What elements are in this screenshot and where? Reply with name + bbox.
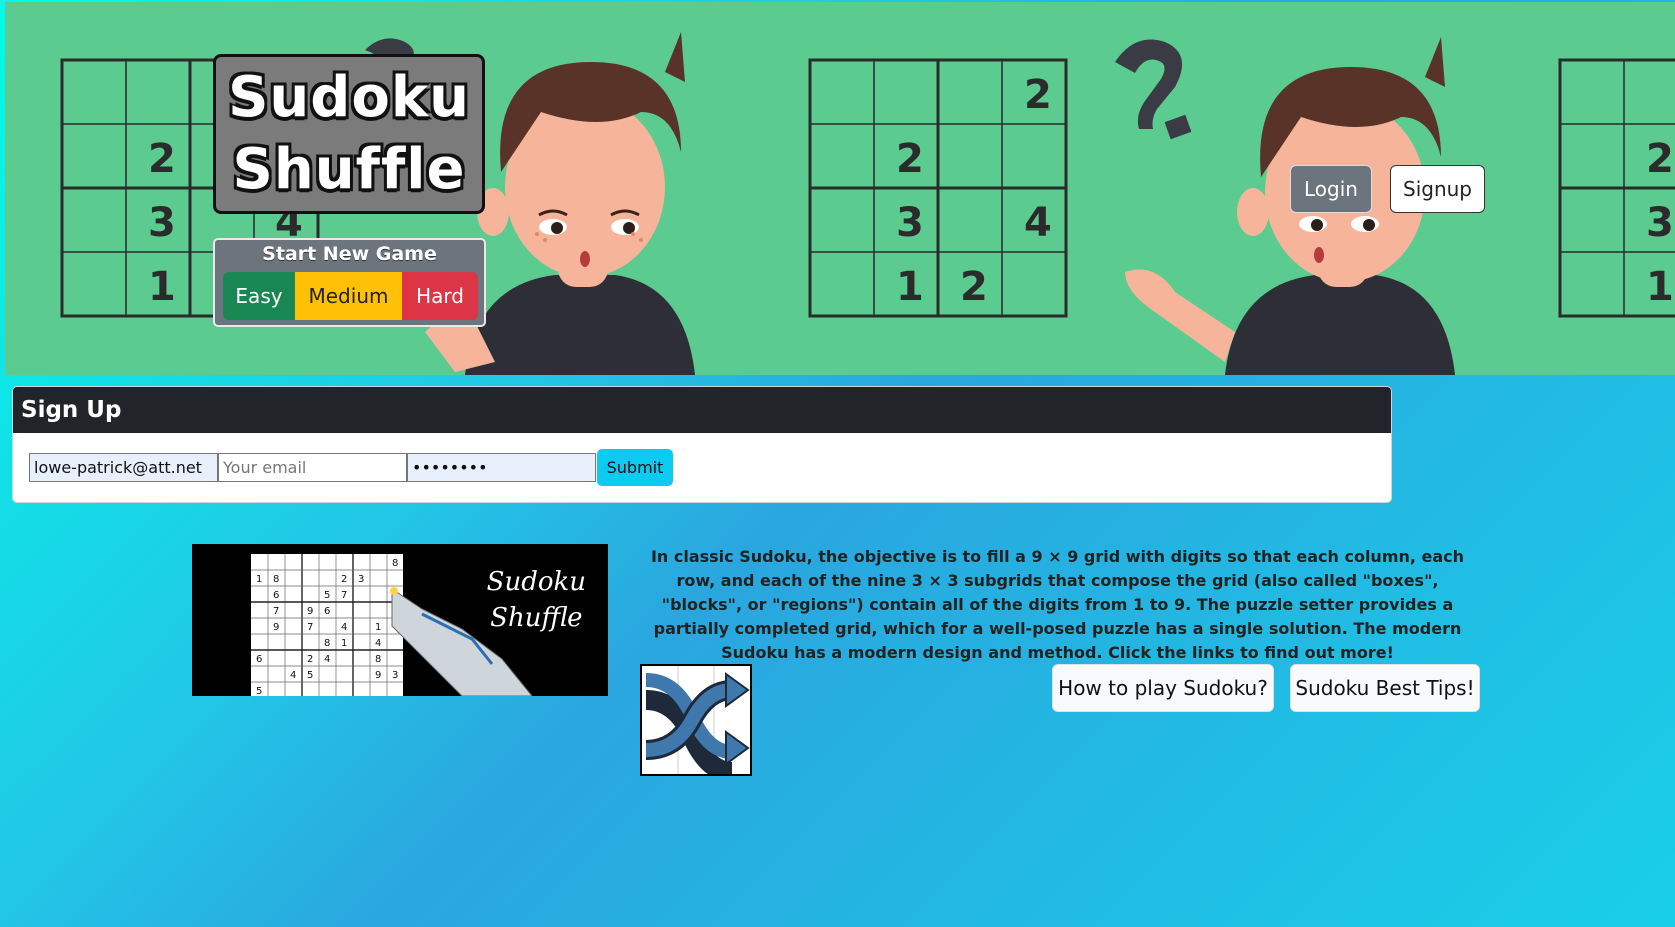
signup-form: Submit xyxy=(29,449,673,486)
best-tips-button[interactable]: Sudoku Best Tips! xyxy=(1290,664,1480,712)
svg-text:4: 4 xyxy=(1024,200,1052,246)
svg-text:3: 3 xyxy=(358,574,364,585)
svg-text:2: 2 xyxy=(307,654,313,665)
svg-text:8: 8 xyxy=(324,638,330,649)
svg-text:8: 8 xyxy=(375,654,381,665)
promo-title: Sudoku Shuffle xyxy=(487,564,586,636)
svg-text:3: 3 xyxy=(896,200,924,246)
shuffle-icon xyxy=(640,664,752,782)
start-new-game-title: Start New Game xyxy=(262,243,437,265)
password-field[interactable] xyxy=(407,453,596,482)
svg-text:2: 2 xyxy=(341,574,347,585)
svg-text:1: 1 xyxy=(341,638,347,649)
promo-image: 1823 657 796 9741 814 6248 4593 58 Sudok… xyxy=(192,544,608,696)
svg-text:3: 3 xyxy=(148,200,176,246)
svg-text:4: 4 xyxy=(375,638,381,649)
svg-text:9: 9 xyxy=(273,622,279,633)
brand-logo: Sudoku Shuffle xyxy=(213,54,485,214)
svg-text:8: 8 xyxy=(392,558,398,569)
svg-text:7: 7 xyxy=(341,590,347,601)
svg-text:2: 2 xyxy=(148,136,176,182)
svg-text:5: 5 xyxy=(256,686,262,696)
svg-text:2: 2 xyxy=(1646,136,1674,182)
medium-button[interactable]: Medium xyxy=(295,272,402,320)
promo-title-line1: Sudoku xyxy=(486,567,586,597)
svg-text:1: 1 xyxy=(896,264,924,310)
brand-title-line2: Shuffle xyxy=(232,137,466,202)
svg-text:1: 1 xyxy=(256,574,262,585)
svg-text:7: 7 xyxy=(273,606,279,617)
svg-text:1: 1 xyxy=(148,264,176,310)
username-field[interactable] xyxy=(29,453,218,482)
signup-card-title: Sign Up xyxy=(13,387,1391,433)
svg-text:9: 9 xyxy=(307,606,313,617)
svg-text:3: 3 xyxy=(392,670,398,681)
svg-text:5: 5 xyxy=(307,670,313,681)
difficulty-button-group: Easy Medium Hard xyxy=(223,272,478,320)
login-button[interactable]: Login xyxy=(1290,165,1372,213)
svg-text:2: 2 xyxy=(896,136,924,182)
sudoku-description: In classic Sudoku, the objective is to f… xyxy=(650,547,1465,662)
easy-button[interactable]: Easy xyxy=(223,272,295,320)
svg-text:4: 4 xyxy=(290,670,296,681)
svg-text:3: 3 xyxy=(1646,200,1674,246)
email-field[interactable] xyxy=(218,453,407,482)
header-banner: 2 3 1 4 2 2 3 4 1 2 2 3 1 Sudoku Shuffle… xyxy=(5,2,1675,375)
brand-title-line1: Sudoku xyxy=(228,65,470,130)
svg-text:6: 6 xyxy=(256,654,262,665)
svg-text:4: 4 xyxy=(341,622,347,633)
svg-text:6: 6 xyxy=(273,590,279,601)
how-to-play-button[interactable]: How to play Sudoku? xyxy=(1052,664,1274,712)
hard-button[interactable]: Hard xyxy=(402,272,478,320)
signup-card: Sign Up Submit xyxy=(12,386,1392,503)
svg-text:5: 5 xyxy=(324,590,330,601)
promo-title-line2: Shuffle xyxy=(490,603,583,633)
svg-text:2: 2 xyxy=(1024,72,1052,118)
svg-text:8: 8 xyxy=(273,574,279,585)
svg-text:6: 6 xyxy=(324,606,330,617)
submit-button[interactable]: Submit xyxy=(597,449,673,486)
svg-text:4: 4 xyxy=(324,654,330,665)
svg-text:1: 1 xyxy=(375,622,381,633)
start-new-game-panel: Start New Game Easy Medium Hard xyxy=(213,238,486,327)
svg-text:1: 1 xyxy=(1646,264,1674,310)
svg-text:9: 9 xyxy=(375,670,381,681)
question-mark-icon xyxy=(1115,39,1192,140)
signup-button[interactable]: Signup xyxy=(1390,165,1485,213)
svg-text:2: 2 xyxy=(960,264,988,310)
svg-text:7: 7 xyxy=(307,622,313,633)
